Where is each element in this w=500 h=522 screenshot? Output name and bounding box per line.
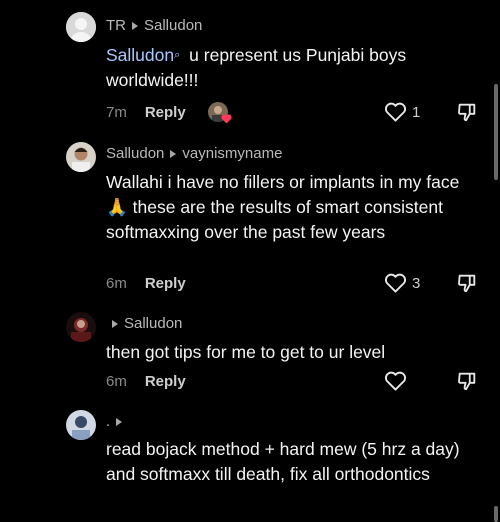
like-button[interactable]: 1 bbox=[384, 102, 420, 122]
avatar[interactable] bbox=[66, 142, 96, 172]
comment-author[interactable]: TR bbox=[106, 17, 126, 34]
reply-button[interactable]: Reply bbox=[145, 275, 186, 292]
reply-button[interactable]: Reply bbox=[145, 104, 186, 121]
triangle-right-icon bbox=[170, 149, 177, 158]
avatar[interactable] bbox=[66, 410, 96, 440]
like-count: 3 bbox=[412, 274, 421, 292]
comment-header: . bbox=[106, 413, 128, 430]
triangle-right-icon bbox=[116, 417, 123, 426]
thumbs-down-outline-icon[interactable] bbox=[456, 101, 478, 123]
reply-to-user[interactable]: Salludon bbox=[124, 315, 182, 332]
comment-body: read bojack method + hard mew (5 hrz a d… bbox=[106, 439, 460, 484]
thumbs-down-outline-icon[interactable] bbox=[456, 272, 478, 294]
comment-footer: 6m Reply bbox=[106, 373, 186, 390]
mention-link[interactable]: Salludon bbox=[106, 45, 174, 65]
heart-outline-icon bbox=[384, 273, 407, 293]
heart-badge-icon bbox=[221, 114, 232, 124]
search-glass-icon[interactable]: ⌕ bbox=[174, 43, 180, 68]
comment-body: Wallahi i have no fillers or implants in… bbox=[106, 172, 460, 242]
comment-header: Salludon bbox=[106, 315, 182, 332]
reply-to-user[interactable]: Salludon bbox=[144, 17, 202, 34]
comment-time: 7m bbox=[106, 104, 127, 121]
avatar[interactable] bbox=[66, 12, 96, 42]
reply-to-user[interactable]: vaynismyname bbox=[182, 145, 282, 162]
triangle-right-icon bbox=[112, 319, 118, 328]
comment-time: 6m bbox=[106, 373, 127, 390]
like-button[interactable]: 3 bbox=[384, 273, 420, 293]
comment-text: Salludon⌕ u represent us Punjabi boys wo… bbox=[106, 43, 466, 93]
comment-author[interactable]: Salludon bbox=[106, 145, 164, 162]
triangle-right-icon bbox=[132, 21, 138, 30]
heart-outline-icon bbox=[384, 371, 407, 391]
comment-body: then got tips for me to get to ur level bbox=[106, 342, 386, 362]
comment-footer: 6m Reply bbox=[106, 275, 186, 292]
comment-author[interactable]: . bbox=[106, 413, 110, 430]
scrollbar-top[interactable] bbox=[494, 84, 498, 180]
scrollbar-bottom[interactable] bbox=[494, 506, 498, 522]
avatar[interactable] bbox=[66, 312, 96, 342]
like-count: 1 bbox=[412, 103, 421, 121]
comment-header: TR Salludon bbox=[106, 17, 202, 34]
heart-outline-icon bbox=[384, 102, 407, 122]
comment-footer: 7m Reply bbox=[106, 104, 186, 121]
like-button[interactable] bbox=[384, 371, 412, 391]
thumbs-down-outline-icon[interactable] bbox=[456, 370, 478, 392]
reply-button[interactable]: Reply bbox=[145, 373, 186, 390]
comment-time: 6m bbox=[106, 275, 127, 292]
comment-header: Salludon vaynismyname bbox=[106, 145, 282, 162]
